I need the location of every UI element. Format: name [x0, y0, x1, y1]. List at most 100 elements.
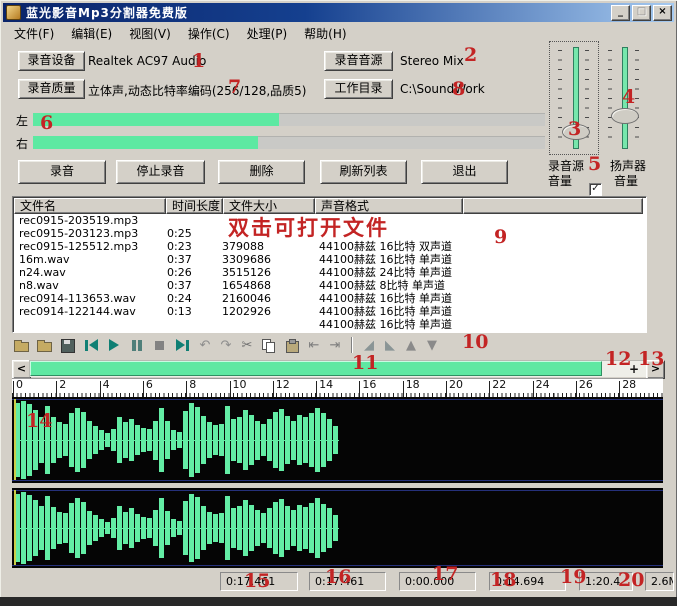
ruler-label: 0: [16, 379, 23, 391]
column-header-5[interactable]: [463, 198, 643, 214]
open-file-icon[interactable]: [14, 339, 30, 352]
waveform-channel-right[interactable]: [12, 488, 663, 568]
undo-icon[interactable]: ↶: [198, 339, 212, 352]
waveform-bar: [81, 502, 86, 554]
table-row[interactable]: n8.wav0:37165486844100赫兹 8比特 单声道: [15, 279, 644, 292]
waveform-bar: [117, 417, 122, 464]
stop-icon[interactable]: [152, 339, 168, 352]
menu-edit[interactable]: 编辑(E): [71, 25, 112, 42]
waveform-bar: [147, 429, 152, 451]
cell-r2c1: rec0915-203123.mp3: [19, 227, 138, 240]
save-icon[interactable]: [60, 339, 76, 352]
table-row[interactable]: rec0915-203519.mp3: [15, 214, 644, 227]
record-device-button[interactable]: 录音设备: [18, 51, 85, 71]
menu-operate[interactable]: 操作(C): [188, 25, 230, 42]
speaker-volume-thumb[interactable]: [611, 108, 639, 124]
cell-r5c3: 3515126: [222, 266, 271, 279]
waveform-bar: [69, 503, 74, 553]
waveform-bar: [225, 496, 230, 559]
waveform-bar: [63, 424, 68, 457]
cut-icon[interactable]: ✂: [240, 339, 254, 352]
source-volume-thumb[interactable]: [562, 124, 590, 140]
time-ruler[interactable]: 0246810121416182022242628: [12, 378, 663, 398]
waveform-bar: [249, 415, 254, 466]
table-row[interactable]: rec0914-122144.wav0:13120292644100赫兹 16比…: [15, 305, 644, 318]
stop-record-button[interactable]: 停止录音: [116, 160, 205, 184]
scroll-thumb[interactable]: [30, 361, 602, 376]
fade-in-icon[interactable]: ◢: [362, 339, 376, 352]
column-header-4[interactable]: 声音格式: [315, 198, 463, 214]
waveform-bar: [129, 508, 134, 548]
scroll-track[interactable]: +: [29, 360, 646, 377]
playback-cursor[interactable]: [14, 490, 16, 566]
column-header-2[interactable]: 时间长度: [166, 198, 223, 214]
redo-icon[interactable]: ↷: [219, 339, 233, 352]
ruler-tick: [619, 381, 620, 398]
table-row[interactable]: rec0915-203123.mp30:25: [15, 227, 644, 240]
source-volume-label-line2: 音量: [548, 172, 572, 189]
move-down-icon[interactable]: ▼: [425, 339, 439, 352]
go-start-icon[interactable]: [83, 339, 99, 352]
column-header-1[interactable]: 文件名: [14, 198, 166, 214]
waveform-bar: [315, 408, 320, 472]
waveform-bar: [93, 515, 98, 540]
file-table[interactable]: 文件名时间长度文件大小声音格式 rec0915-203519.mp3rec091…: [12, 196, 647, 333]
menu-process[interactable]: 处理(P): [247, 25, 288, 42]
table-row[interactable]: 16m.wav0:37330968644100赫兹 16比特 单声道: [15, 253, 644, 266]
copy-icon[interactable]: [261, 339, 277, 352]
zoom-plus-icon[interactable]: +: [629, 362, 639, 376]
play-icon[interactable]: [106, 339, 122, 352]
close-button[interactable]: ×: [653, 5, 672, 21]
extend-left-icon[interactable]: ⇤: [307, 339, 321, 352]
playback-cursor[interactable]: [14, 399, 16, 481]
waveform-bar: [159, 408, 164, 472]
waveform-bar: [225, 406, 230, 475]
minimize-button[interactable]: _: [611, 5, 630, 21]
waveform-bar: [291, 421, 296, 460]
delete-button[interactable]: 删除: [218, 160, 305, 184]
go-end-icon[interactable]: [175, 339, 191, 352]
speaker-volume-track[interactable]: [622, 47, 628, 149]
extend-right-icon[interactable]: ⇥: [328, 339, 342, 352]
move-up-icon[interactable]: ▲: [404, 339, 418, 352]
menu-file[interactable]: 文件(F): [14, 25, 54, 42]
ruler-label: 26: [579, 379, 593, 391]
waveform-bar: [273, 502, 278, 554]
waveform-bar: [201, 416, 206, 464]
pause-icon[interactable]: [129, 339, 145, 352]
timeline-scrollbar[interactable]: < + >: [12, 360, 663, 377]
table-row[interactable]: rec0914-113653.wav0:24216004644100赫兹 16比…: [15, 292, 644, 305]
cell-r8c2: 0:13: [167, 305, 192, 318]
table-row[interactable]: 44100赫兹 16比特 单声道: [15, 318, 644, 330]
waveform-bar: [129, 419, 134, 462]
paste-icon[interactable]: [284, 339, 300, 352]
table-row[interactable]: n24.wav0:26351512644100赫兹 24比特 单声道: [15, 266, 644, 279]
record-quality-value: 立体声,动态比特率编码(256/128,品质5): [88, 82, 306, 99]
waveform-bar: [39, 506, 44, 549]
refresh-list-button[interactable]: 刷新列表: [320, 160, 407, 184]
file-table-body[interactable]: rec0915-203519.mp3rec0915-203123.mp30:25…: [15, 214, 644, 330]
waveform-bar: [219, 424, 224, 457]
cell-r4c2: 0:37: [167, 253, 192, 266]
exit-button[interactable]: 退出: [421, 160, 508, 184]
waveform-bar: [123, 422, 128, 457]
record-source-button[interactable]: 录音音源: [324, 51, 393, 71]
cell-r4c4: 44100赫兹 16比特 单声道: [319, 253, 452, 266]
work-dir-button[interactable]: 工作目录: [324, 79, 393, 99]
record-button[interactable]: 录音: [18, 160, 106, 184]
meter-right-fill: [33, 136, 258, 149]
fade-out-icon[interactable]: ◣: [383, 339, 397, 352]
scroll-right-button[interactable]: >: [646, 360, 665, 379]
table-row[interactable]: rec0915-125512.mp30:2337908844100赫兹 16比特…: [15, 240, 644, 253]
waveform-bar: [333, 426, 338, 453]
waveform-bar: [303, 507, 308, 549]
open-folder-icon[interactable]: [37, 339, 53, 352]
mute-checkbox[interactable]: ✓: [589, 183, 602, 196]
menu-help[interactable]: 帮助(H): [304, 25, 346, 42]
waveform-bar: [243, 410, 248, 471]
record-quality-button[interactable]: 录音质量: [18, 79, 85, 99]
speaker-volume-ticks-left: [608, 50, 612, 146]
column-header-3[interactable]: 文件大小: [223, 198, 315, 214]
menu-view[interactable]: 视图(V): [129, 25, 171, 42]
waveform-channel-left[interactable]: [12, 397, 663, 483]
